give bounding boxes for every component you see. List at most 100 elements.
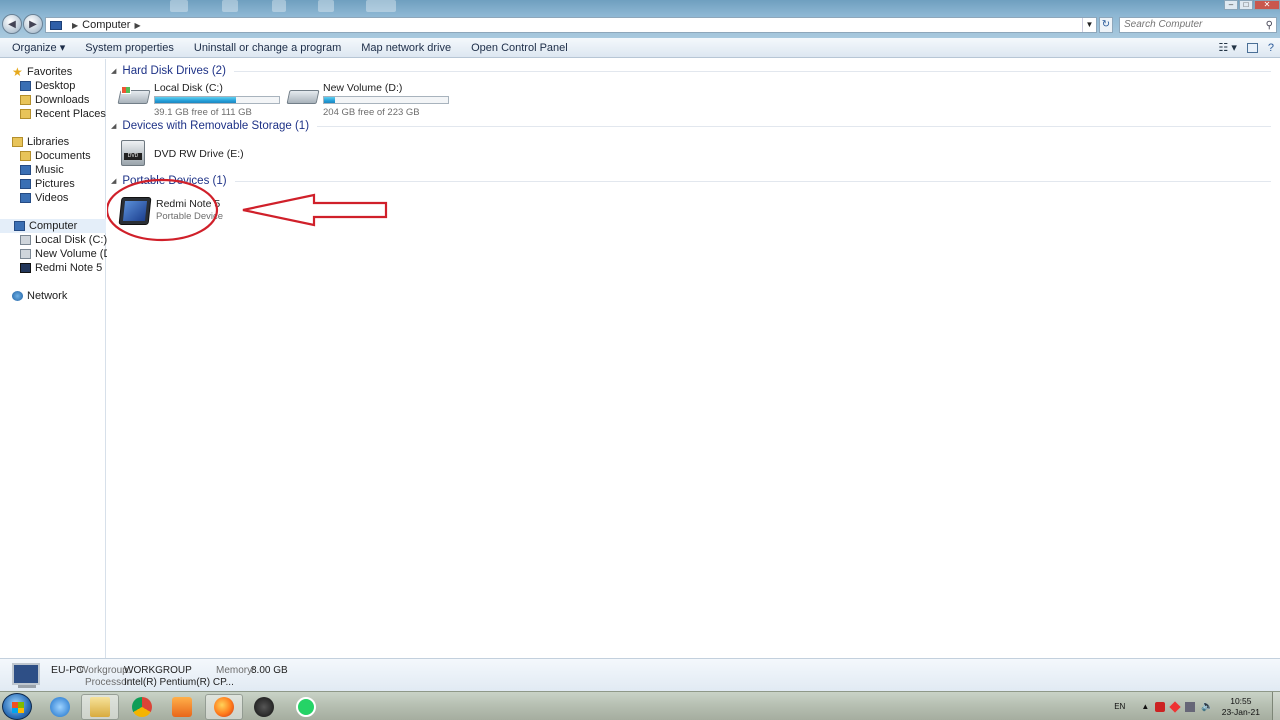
network-icon[interactable] xyxy=(1185,701,1196,712)
system-tray: EN ▲ 🔈 10:55 23-Jan-21 xyxy=(1114,692,1280,720)
view-controls: ☷ ▾ ? xyxy=(1208,41,1280,55)
nav-downloads[interactable]: Downloads xyxy=(20,93,106,107)
show-hidden-icons[interactable]: ▲ xyxy=(1141,702,1149,711)
preview-pane-icon[interactable] xyxy=(1246,42,1258,53)
phone-icon xyxy=(115,197,153,225)
details-pane: EU-PC Workgroup: WORKGROUP Memory: 8.00 … xyxy=(0,658,1280,691)
group-header-portable-devices[interactable]: ◢ Portable Devices (1) xyxy=(111,175,1271,187)
refresh-button[interactable]: ↻ xyxy=(1099,17,1113,33)
satellite-dish-icon xyxy=(254,697,274,717)
search-icon[interactable]: ⚲ xyxy=(1266,19,1273,33)
taskbar-chrome[interactable] xyxy=(123,694,161,720)
nav-label: Redmi Note 5 xyxy=(35,262,103,274)
background-ghost xyxy=(272,0,286,12)
map-network-drive-button[interactable]: Map network drive xyxy=(351,42,461,54)
firefox-icon xyxy=(214,697,234,717)
forward-arrow-icon: ▶ xyxy=(29,18,37,30)
nav-new-volume-d[interactable]: New Volume (D:) xyxy=(20,247,118,261)
nav-redmi-note-5[interactable]: Redmi Note 5 xyxy=(20,261,106,275)
clock[interactable]: 10:55 23-Jan-21 xyxy=(1222,696,1260,718)
internet-explorer-icon xyxy=(50,697,70,717)
collapse-triangle-icon[interactable]: ◢ xyxy=(111,177,116,185)
libraries-icon xyxy=(12,137,23,147)
nav-computer[interactable]: Computer xyxy=(0,219,106,233)
taskbar-app-satellite[interactable] xyxy=(245,694,283,720)
change-view-icon[interactable]: ☷ ▾ xyxy=(1218,41,1236,54)
drive-name: DVD RW Drive (E:) xyxy=(154,148,244,160)
nav-label: Pictures xyxy=(35,178,75,190)
nav-network[interactable]: Network xyxy=(12,289,106,303)
breadcrumb-computer[interactable]: Computer xyxy=(82,19,130,31)
back-button[interactable]: ◀ xyxy=(2,14,22,34)
address-history-dropdown[interactable]: ▼ xyxy=(1082,18,1096,32)
dvd-drive-tile[interactable]: DVD DVD RW Drive (E:) xyxy=(117,138,244,168)
taskbar-windows-explorer[interactable] xyxy=(81,694,119,720)
taskbar-internet-explorer[interactable] xyxy=(41,694,79,720)
taskbar-media-player[interactable] xyxy=(163,694,201,720)
nav-label: Local Disk (C:) xyxy=(35,234,108,246)
dvd-drive-body: DVD xyxy=(121,140,145,166)
nav-label: Favorites xyxy=(27,66,73,78)
refresh-icon: ↻ xyxy=(1101,19,1111,30)
annotation-arrow xyxy=(242,193,388,227)
forward-button[interactable]: ▶ xyxy=(23,14,43,34)
taskbar-firefox[interactable] xyxy=(205,694,243,720)
collapse-triangle-icon[interactable]: ◢ xyxy=(111,67,116,75)
breadcrumb-chevron-icon[interactable]: ▶ xyxy=(72,21,78,30)
drive-name: New Volume (D:) xyxy=(323,82,403,94)
navigation-pane: ★ Favorites Desktop Downloads Recent Pla… xyxy=(0,59,118,658)
open-control-panel-button[interactable]: Open Control Panel xyxy=(461,42,578,54)
group-header-hard-disk-drives[interactable]: ◢ Hard Disk Drives (2) xyxy=(111,65,1271,77)
taskbar: EN ▲ 🔈 10:55 23-Jan-21 xyxy=(0,691,1280,720)
action-center-flag-icon[interactable] xyxy=(1169,700,1181,713)
address-bar[interactable]: ▶ Computer ▶ ▼ xyxy=(45,17,1097,33)
background-ghost xyxy=(318,0,334,12)
minimize-button[interactable]: – xyxy=(1224,0,1238,10)
nav-desktop[interactable]: Desktop xyxy=(20,79,106,93)
nav-pictures[interactable]: Pictures xyxy=(20,177,106,191)
recent-places-icon xyxy=(20,109,31,119)
annotation-overlay xyxy=(107,178,388,242)
processor-value: Intel(R) Pentium(R) CP... xyxy=(124,677,234,688)
music-icon xyxy=(20,165,31,175)
close-button[interactable]: ✕ xyxy=(1254,0,1280,10)
drive-tile-c[interactable]: Local Disk (C:) 39.1 GB free of 111 GB xyxy=(117,82,280,118)
background-ghost xyxy=(170,0,188,12)
tray-app-icon[interactable] xyxy=(1155,701,1166,712)
memory-value: 8.00 GB xyxy=(251,665,288,676)
hard-drive-body xyxy=(286,90,320,104)
nav-favorites[interactable]: ★ Favorites xyxy=(12,65,106,79)
help-icon[interactable]: ? xyxy=(1268,42,1274,54)
search-box[interactable]: ⚲ xyxy=(1119,17,1277,33)
nav-videos[interactable]: Videos xyxy=(20,191,106,205)
nav-libraries[interactable]: Libraries xyxy=(12,135,106,149)
collapse-triangle-icon[interactable]: ◢ xyxy=(111,122,116,130)
memory-label: Memory: xyxy=(216,665,255,676)
language-indicator[interactable]: EN xyxy=(1114,702,1125,711)
system-properties-button[interactable]: System properties xyxy=(75,42,184,54)
organize-button[interactable]: Organize ▾ xyxy=(0,41,75,54)
window-controls: – □ ✕ xyxy=(1223,0,1280,10)
group-header-removable-storage[interactable]: ◢ Devices with Removable Storage (1) xyxy=(111,120,1271,132)
drive-usage-bar xyxy=(323,96,449,104)
taskbar-whatsapp[interactable] xyxy=(287,694,325,720)
maximize-button[interactable]: □ xyxy=(1239,0,1253,10)
breadcrumb-chevron-icon[interactable]: ▶ xyxy=(134,21,140,30)
show-desktop-button[interactable] xyxy=(1272,692,1280,720)
portable-device-tile[interactable]: Redmi Note 5 Portable Device xyxy=(115,197,223,225)
nav-music[interactable]: Music xyxy=(20,163,106,177)
drive-tile-d[interactable]: New Volume (D:) 204 GB free of 223 GB xyxy=(286,82,449,118)
command-bar: Organize ▾ System properties Uninstall o… xyxy=(0,38,1280,58)
nav-local-disk-c[interactable]: Local Disk (C:) xyxy=(20,233,108,247)
search-input[interactable] xyxy=(1124,18,1264,32)
start-button[interactable] xyxy=(2,693,32,720)
nav-recent-places[interactable]: Recent Places xyxy=(20,107,106,121)
uninstall-program-button[interactable]: Uninstall or change a program xyxy=(184,42,351,54)
phone-screen xyxy=(122,201,148,221)
nav-documents[interactable]: Documents xyxy=(20,149,106,163)
dvd-drive-icon: DVD xyxy=(117,138,151,168)
drive-name: Local Disk (C:) xyxy=(154,82,223,94)
nav-label: Music xyxy=(35,164,64,176)
documents-icon xyxy=(20,151,31,161)
volume-icon[interactable]: 🔈 xyxy=(1201,701,1213,712)
